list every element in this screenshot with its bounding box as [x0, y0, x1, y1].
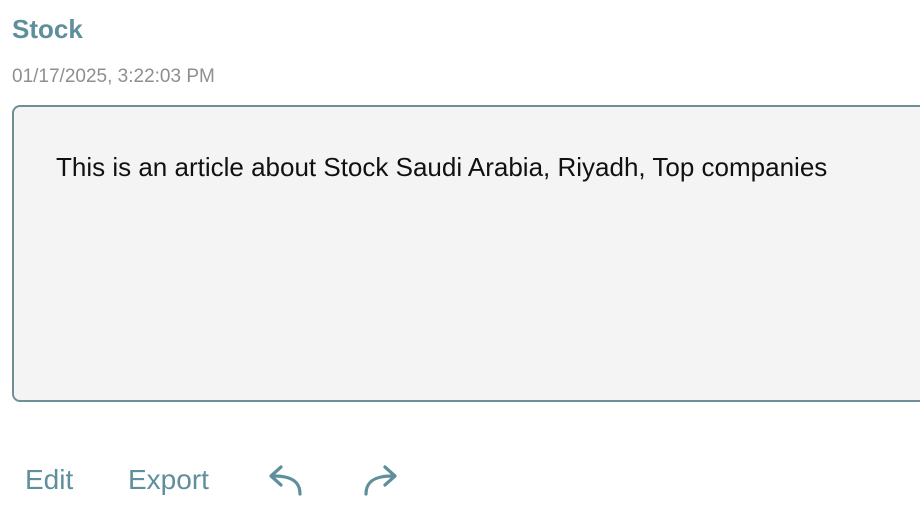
export-button[interactable]: Export [128, 452, 209, 508]
article-body: This is an article about Stock Saudi Ara… [56, 152, 828, 182]
article-timestamp: 01/17/2025, 3:22:03 PM [12, 66, 215, 87]
undo-icon [269, 465, 302, 496]
article-content-box[interactable]: This is an article about Stock Saudi Ara… [12, 105, 920, 402]
redo-button[interactable] [360, 460, 402, 502]
article-title: Stock [12, 14, 83, 44]
article-page: Stock 01/17/2025, 3:22:03 PM This is an … [0, 0, 920, 510]
redo-icon [364, 465, 397, 496]
edit-button[interactable]: Edit [25, 452, 73, 508]
article-toolbar: Edit Export [0, 452, 920, 508]
undo-button[interactable] [264, 460, 306, 502]
